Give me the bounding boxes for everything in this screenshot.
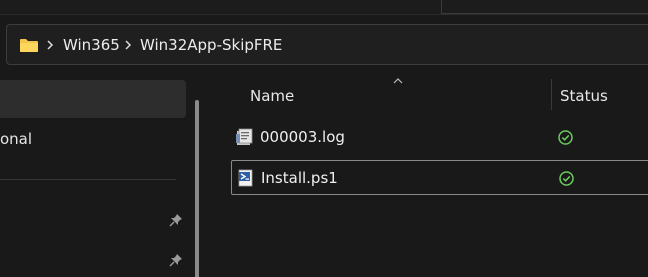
sort-ascending-icon[interactable] [392, 77, 404, 85]
file-row[interactable]: 000003.log [231, 120, 648, 155]
chevron-right-icon[interactable] [45, 37, 55, 53]
toolbar-strip [0, 0, 648, 15]
file-name[interactable]: Install.ps1 [261, 169, 338, 187]
chevron-right-icon[interactable] [123, 37, 133, 53]
folder-icon [20, 39, 38, 52]
nav-item-label[interactable]: onal [0, 130, 32, 148]
navigation-pane: onal [0, 66, 211, 277]
pin-icon[interactable] [168, 252, 184, 268]
column-header-name[interactable]: Name [250, 87, 294, 105]
address-bar[interactable]: Win365 Win32App-SkipFRE [6, 24, 648, 65]
column-header-status[interactable]: Status [560, 87, 608, 105]
column-divider[interactable] [551, 79, 552, 110]
powershell-script-icon [238, 169, 253, 187]
synced-check-icon [558, 130, 573, 145]
breadcrumb-win365[interactable]: Win365 [63, 36, 120, 54]
search-box-edge[interactable] [441, 0, 648, 14]
file-name[interactable]: 000003.log [260, 128, 345, 146]
file-row[interactable]: Install.ps1 [231, 160, 648, 195]
file-explorer-window: Win365 Win32App-SkipFRE onal Name Status [0, 0, 648, 277]
pin-icon[interactable] [168, 212, 184, 228]
nav-scrollbar[interactable] [195, 100, 199, 277]
log-file-icon [236, 128, 253, 145]
synced-check-icon [559, 171, 574, 186]
breadcrumb-win32app-skipfre[interactable]: Win32App-SkipFRE [140, 36, 282, 54]
nav-divider [0, 179, 176, 180]
nav-item-selected[interactable] [0, 80, 186, 118]
